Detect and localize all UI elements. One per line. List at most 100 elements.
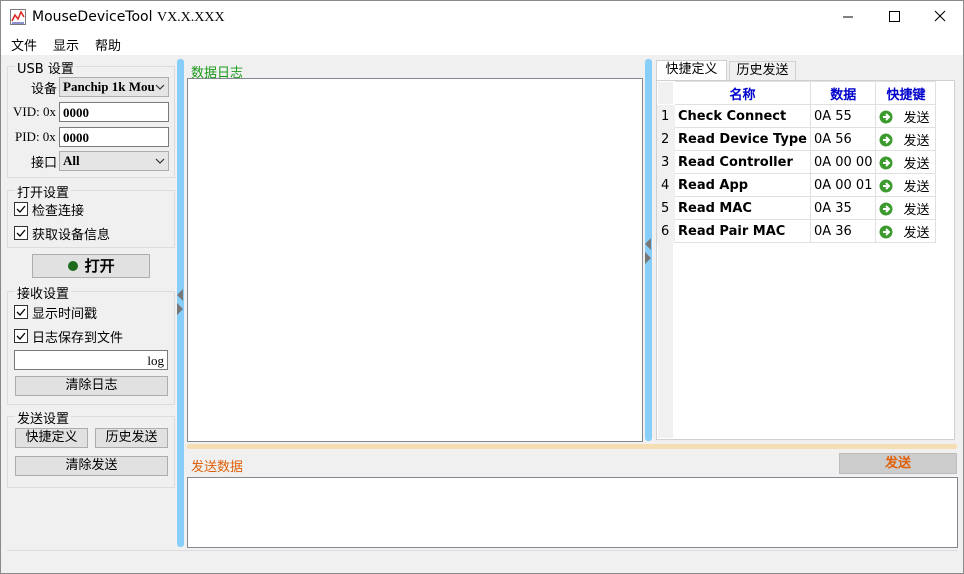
tab-shortcut[interactable]: 快捷定义 — [656, 60, 727, 81]
row-send-cell[interactable]: 发送 — [875, 104, 937, 128]
column-header-name: 名称 — [674, 81, 811, 105]
tab-history[interactable]: 历史发送 — [729, 61, 796, 81]
row-name[interactable]: Check Connect — [674, 104, 811, 128]
vid-label: VID: 0x — [13, 104, 56, 119]
row-send-cell[interactable]: 发送 — [875, 219, 937, 243]
row-data[interactable]: 0A 55 — [809, 104, 877, 128]
collapse-left-icon[interactable] — [176, 287, 184, 317]
row-data[interactable]: 0A 00 01 — [809, 173, 877, 197]
open-button[interactable]: 打开 — [32, 254, 150, 278]
row-index: 1 — [657, 104, 675, 128]
save-to-file-checkbox[interactable] — [14, 329, 28, 343]
arrow-right-circle-icon — [879, 225, 893, 238]
row-send-label: 发送 — [903, 179, 930, 195]
row-data[interactable]: 0A 56 — [809, 127, 877, 151]
row-data[interactable]: 0A 00 00 — [809, 150, 877, 174]
row-name[interactable]: Read Pair MAC — [674, 219, 811, 243]
row-index: 6 — [657, 219, 675, 243]
data-log-area[interactable] — [187, 78, 643, 442]
status-bar — [7, 550, 957, 570]
row-send-cell[interactable]: 发送 — [875, 150, 937, 174]
row-name[interactable]: Read MAC — [674, 196, 811, 220]
arrow-right-circle-icon — [879, 202, 893, 215]
send-data-title: 发送数据 — [191, 460, 244, 475]
port-label: 接口 — [31, 156, 58, 171]
horizontal-splitter[interactable] — [187, 444, 957, 449]
check-connect-label: 检查连接 — [32, 204, 85, 219]
chevron-down-icon — [155, 84, 165, 90]
row-index: 2 — [657, 127, 675, 151]
row-data[interactable]: 0A 35 — [809, 196, 877, 220]
shortcut-define-button[interactable]: 快捷定义 — [15, 428, 88, 448]
maximize-icon — [889, 11, 900, 22]
main-window: MouseDeviceTool VX.X.XXX 文件 显示 帮助 USB 设置… — [0, 0, 964, 574]
port-select-value: All — [63, 153, 80, 168]
send-settings-group: 发送设置 — [7, 408, 175, 488]
row-send-label: 发送 — [903, 110, 930, 126]
maximize-button[interactable] — [871, 1, 917, 33]
get-device-info-checkbox[interactable] — [14, 226, 28, 240]
show-timestamp-checkbox[interactable] — [14, 305, 28, 319]
row-name[interactable]: Read Device Type — [674, 127, 811, 151]
arrow-right-circle-icon — [879, 156, 893, 169]
save-to-file-label: 日志保存到文件 — [32, 331, 124, 346]
table-row[interactable]: 2 Read Device Type 0A 56 发送 — [657, 127, 937, 151]
check-connect-checkbox[interactable] — [14, 202, 28, 216]
get-device-info-label: 获取设备信息 — [32, 228, 111, 243]
open-button-label: 打开 — [84, 257, 115, 275]
vid-input[interactable]: 0000 — [59, 102, 169, 122]
menu-help[interactable]: 帮助 — [95, 35, 121, 54]
row-name[interactable]: Read Controller — [674, 150, 811, 174]
chevron-down-icon — [155, 158, 165, 164]
table-row[interactable]: 3 Read Controller 0A 00 00 发送 — [657, 150, 937, 174]
device-select[interactable]: Panchip 1k Mou — [59, 77, 169, 97]
arrow-right-circle-icon — [879, 110, 893, 123]
device-select-value: Panchip 1k Mou — [63, 79, 155, 94]
collapse-right-icon[interactable] — [644, 236, 652, 266]
minimize-icon — [843, 16, 853, 18]
table-header-row: 名称 数据 快捷键 — [657, 81, 937, 105]
table-row[interactable]: 5 Read MAC 0A 35 发送 — [657, 196, 937, 220]
send-button[interactable]: 发送 — [839, 453, 957, 474]
column-header-shortcut: 快捷键 — [875, 81, 937, 105]
history-send-button[interactable]: 历史发送 — [95, 428, 168, 448]
status-dot-icon — [68, 261, 79, 271]
arrow-right-circle-icon — [879, 179, 893, 192]
row-send-label: 发送 — [903, 202, 930, 218]
pid-input[interactable]: 0000 — [59, 127, 169, 147]
send-settings-title: 发送设置 — [15, 408, 72, 427]
shortcut-table: 名称 数据 快捷键 1 Check Connect 0A 55 发送 2 Rea… — [657, 81, 937, 243]
clear-send-button[interactable]: 清除发送 — [15, 456, 168, 476]
row-send-label: 发送 — [903, 156, 930, 172]
checkmark-icon — [16, 308, 26, 316]
app-icon — [10, 9, 26, 25]
receive-settings-title: 接收设置 — [15, 283, 72, 302]
arrow-right-circle-icon — [879, 133, 893, 146]
row-send-cell[interactable]: 发送 — [875, 196, 937, 220]
corner-cell — [657, 81, 675, 105]
menu-view[interactable]: 显示 — [53, 35, 79, 54]
send-data-input[interactable] — [187, 477, 958, 548]
window-title-name: MouseDeviceTool — [32, 9, 157, 25]
table-row[interactable]: 4 Read App 0A 00 01 发送 — [657, 173, 937, 197]
clear-log-button[interactable]: 清除日志 — [15, 376, 168, 396]
usb-settings-title: USB 设置 — [15, 58, 76, 77]
row-send-cell[interactable]: 发送 — [875, 127, 937, 151]
title-bar: MouseDeviceTool VX.X.XXX — [1, 1, 963, 33]
table-row[interactable]: 6 Read Pair MAC 0A 36 发送 — [657, 219, 937, 243]
show-timestamp-label: 显示时间戳 — [32, 307, 98, 322]
minimize-button[interactable] — [825, 1, 871, 33]
device-label: 设备 — [31, 82, 58, 97]
close-button[interactable] — [917, 1, 963, 33]
column-header-data: 数据 — [809, 81, 877, 105]
close-icon — [934, 10, 946, 22]
checkmark-icon — [16, 205, 26, 213]
row-send-label: 发送 — [903, 133, 930, 149]
menu-file[interactable]: 文件 — [11, 35, 37, 54]
row-data[interactable]: 0A 36 — [809, 219, 877, 243]
table-row[interactable]: 1 Check Connect 0A 55 发送 — [657, 104, 937, 128]
port-select[interactable]: All — [59, 151, 169, 171]
log-file-input[interactable]: log — [14, 350, 168, 370]
row-name[interactable]: Read App — [674, 173, 811, 197]
row-send-cell[interactable]: 发送 — [875, 173, 937, 197]
